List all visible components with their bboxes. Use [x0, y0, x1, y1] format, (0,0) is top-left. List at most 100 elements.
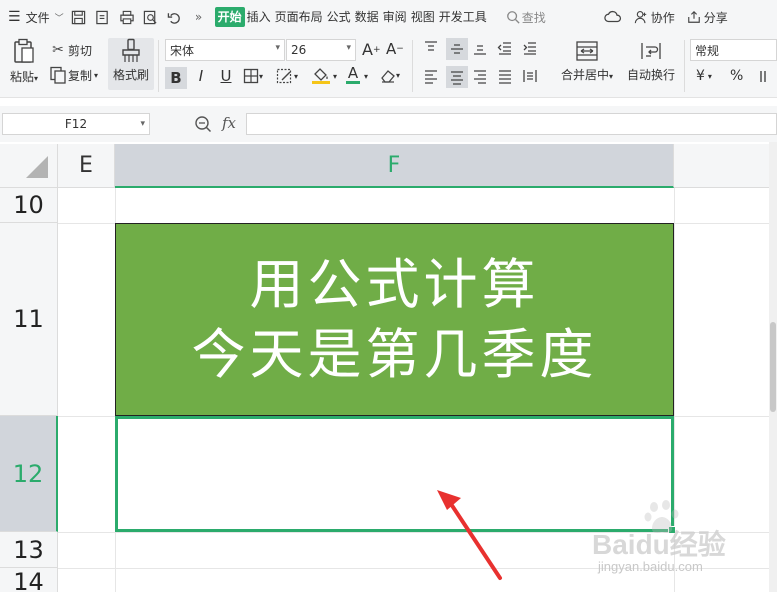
align-middle-button[interactable]	[446, 38, 468, 60]
row-header-11[interactable]: 11	[0, 223, 58, 416]
file-menu-label: 文件	[25, 10, 50, 25]
cell-format-icon	[276, 68, 292, 84]
red-arrow-annotation	[437, 490, 502, 580]
chevron-down-icon: ▾	[346, 43, 351, 53]
menu-bar: ☰ 文件 ﹀ » 开始 插入 页面布局 公式 数据 审阅 视图 开发工具 查找 …	[0, 0, 777, 34]
select-all-corner[interactable]	[0, 144, 58, 188]
distributed-align-button[interactable]	[522, 68, 538, 84]
name-box[interactable]: F12 ▾	[2, 113, 150, 135]
percent-symbol: %	[730, 68, 744, 84]
collaborate-button[interactable]: 协作	[631, 0, 678, 34]
row-label-13: 13	[13, 535, 44, 564]
cloud-sync-button[interactable]	[601, 0, 625, 34]
copy-button[interactable]: 复制 ▾	[48, 66, 98, 84]
zoom-icon[interactable]	[194, 115, 212, 136]
scrollbar-thumb[interactable]	[770, 322, 776, 412]
print-preview-icon[interactable]	[142, 8, 160, 26]
share-icon	[687, 10, 700, 23]
formula-input[interactable]	[246, 113, 777, 135]
fill-color-button[interactable]	[312, 67, 330, 84]
ribbon-separator	[412, 40, 413, 92]
column-header-g[interactable]	[674, 144, 769, 188]
outdent-icon	[497, 42, 511, 55]
brush-icon	[122, 38, 140, 62]
cut-button[interactable]: ✂ 剪切	[48, 40, 92, 60]
ribbon-separator	[684, 40, 685, 92]
formula-bar: F12 ▾ fx	[0, 106, 777, 142]
paste-label: 粘贴	[9, 70, 34, 84]
file-menu[interactable]: ☰ 文件 ﹀	[0, 0, 67, 34]
watermark-url: jingyan.baidu.com	[598, 559, 703, 574]
row-header-10[interactable]: 10	[0, 188, 58, 223]
cell-f12-selected[interactable]	[115, 416, 674, 532]
align-top-button[interactable]	[423, 40, 439, 56]
export-pdf-icon[interactable]	[94, 8, 112, 26]
chevron-down-icon: ▾	[34, 74, 39, 83]
wrap-text-icon	[641, 43, 661, 59]
borders-button[interactable]: ▾	[243, 68, 263, 84]
font-color-icon: A	[347, 64, 359, 82]
border-grid-icon	[243, 68, 259, 84]
merge-center-label: 合并居中	[560, 68, 609, 82]
print-icon[interactable]	[118, 8, 136, 26]
column-header-f[interactable]: F	[115, 144, 674, 188]
save-icon[interactable]	[70, 8, 88, 26]
search-box[interactable]: 查找	[503, 0, 549, 34]
increase-font-button[interactable]: A +	[362, 40, 381, 59]
number-format-select[interactable]: 常规	[690, 39, 777, 61]
bold-button[interactable]: B	[165, 67, 187, 89]
row-header-12[interactable]: 12	[0, 416, 58, 532]
italic-button[interactable]: I	[193, 67, 209, 85]
font-name-select[interactable]: 宋体 ▾	[165, 39, 285, 61]
decrease-indent-button[interactable]	[497, 40, 513, 56]
wrap-text-button[interactable]: 自动换行	[622, 40, 680, 83]
tab-review[interactable]: 审阅	[381, 7, 409, 27]
ribbon: 粘贴▾ ✂ 剪切 复制 ▾ 格式刷 宋体 ▾ 26 ▾ A + A − B I U …	[0, 34, 777, 98]
decrease-font-button[interactable]: A −	[386, 40, 404, 58]
align-right-button[interactable]	[472, 68, 488, 84]
insert-function-button[interactable]: fx	[222, 114, 236, 132]
tab-insert[interactable]: 插入	[245, 7, 273, 27]
fill-color-dropdown[interactable]: ▾	[333, 72, 337, 81]
increase-indent-button[interactable]	[522, 40, 538, 56]
number-format-value: 常规	[695, 43, 720, 58]
title-line-1: 用公式计算	[249, 252, 540, 316]
copy-icon	[50, 66, 66, 84]
tab-data[interactable]: 数据	[353, 7, 381, 27]
chevron-down-icon: ▾	[707, 71, 712, 81]
tab-formulas[interactable]: 公式	[325, 7, 353, 27]
cell-style-button[interactable]: ▾	[276, 68, 298, 84]
format-painter-button[interactable]: 格式刷	[108, 38, 154, 90]
align-left-button[interactable]	[423, 68, 439, 84]
clear-format-button[interactable]: ▾	[380, 68, 400, 83]
row-header-14[interactable]: 14	[0, 568, 58, 592]
currency-format-button[interactable]: ¥ ▾	[696, 68, 712, 84]
wrap-text-label: 自动换行	[626, 68, 675, 82]
tab-page-layout[interactable]: 页面布局	[273, 7, 325, 27]
tab-home[interactable]: 开始	[214, 7, 245, 27]
undo-icon[interactable]	[166, 8, 184, 26]
font-size-select[interactable]: 26 ▾	[286, 39, 356, 61]
chevron-down-icon: ▾	[94, 70, 99, 80]
font-color-button[interactable]: A	[346, 66, 360, 84]
align-bottom-button[interactable]	[472, 40, 488, 56]
collaborate-label: 协作	[650, 10, 675, 25]
justify-button[interactable]	[497, 68, 513, 84]
paste-button[interactable]: 粘贴▾	[6, 38, 42, 85]
user-icon	[634, 11, 646, 24]
more-quick-access-icon[interactable]: »	[190, 8, 208, 26]
font-color-dropdown[interactable]: ▾	[364, 72, 368, 81]
cell-f11[interactable]: 用公式计算 今天是第几季度	[115, 223, 674, 416]
tab-view[interactable]: 视图	[409, 7, 437, 27]
column-header-e[interactable]: E	[58, 144, 115, 188]
percent-format-button[interactable]: %	[730, 68, 743, 84]
underline-button[interactable]: U	[218, 67, 234, 85]
share-button[interactable]: 分享	[684, 0, 731, 34]
comma-format-button[interactable]	[758, 68, 772, 84]
row-header-13[interactable]: 13	[0, 532, 58, 568]
tab-developer[interactable]: 开发工具	[437, 7, 489, 27]
merge-center-button[interactable]: 合并居中▾	[556, 40, 618, 83]
align-center-button[interactable]	[446, 66, 468, 88]
watermark-brand: Baidu经验	[592, 529, 726, 560]
font-name-value: 宋体	[170, 43, 195, 58]
